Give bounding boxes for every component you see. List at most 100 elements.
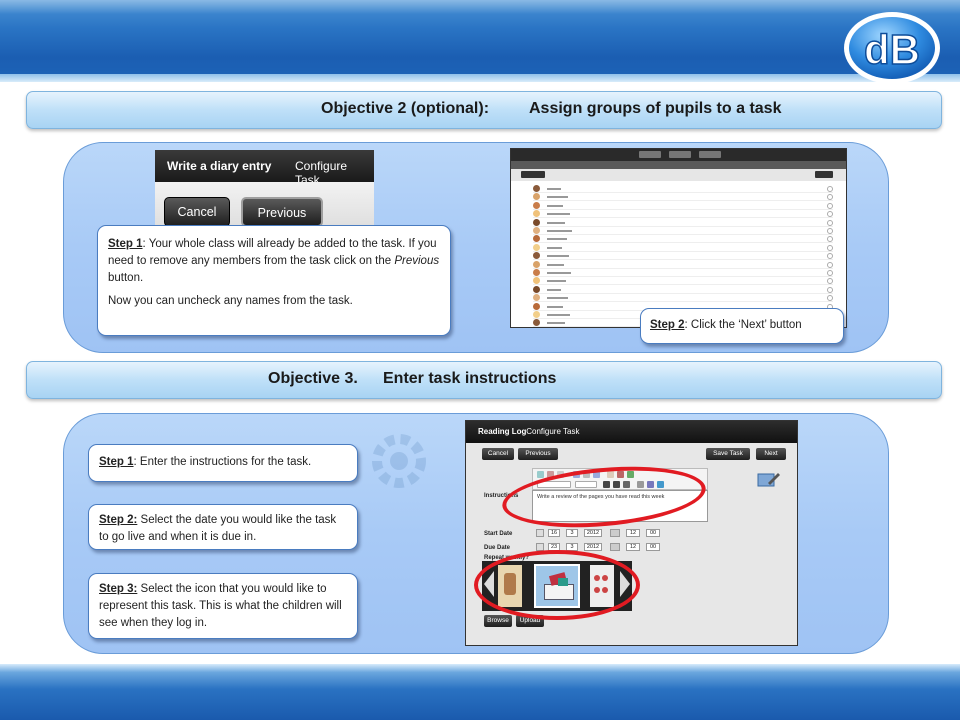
pupil-checkbox[interactable] bbox=[827, 253, 833, 260]
pupil-row[interactable] bbox=[533, 185, 833, 193]
db-logo: dB bbox=[844, 12, 940, 84]
pupil-avatar bbox=[533, 185, 540, 192]
pupil-checkbox[interactable] bbox=[827, 211, 833, 218]
step-label: Step 2: bbox=[99, 514, 138, 526]
pupil-row[interactable] bbox=[533, 285, 833, 294]
pupil-name bbox=[547, 297, 568, 300]
step-text-2: Now you can uncheck any names from the t… bbox=[108, 295, 353, 307]
pupil-checkbox[interactable] bbox=[827, 186, 833, 192]
pupil-avatar bbox=[533, 294, 540, 302]
step-text: : Click the ‘Next’ button bbox=[684, 319, 802, 331]
pupil-row[interactable] bbox=[533, 210, 833, 219]
due-hour-field[interactable]: 12 bbox=[626, 543, 640, 551]
pupil-checkbox[interactable] bbox=[827, 194, 833, 201]
pupil-avatar bbox=[533, 277, 540, 285]
step-label: Step 1 bbox=[108, 238, 143, 250]
pupil-name bbox=[547, 213, 570, 216]
pupil-row[interactable] bbox=[533, 260, 833, 269]
pupil-avatar bbox=[533, 218, 540, 226]
step-text: : Your whole class will already be added… bbox=[108, 238, 437, 267]
start-minute-field[interactable]: 00 bbox=[646, 529, 660, 537]
gear-decoration-icon bbox=[372, 434, 426, 488]
next-button[interactable]: Next bbox=[756, 448, 786, 460]
pupil-name bbox=[547, 288, 561, 291]
pupil-name bbox=[547, 204, 563, 207]
step-2-dates-callout: Step 2: Select the date you would like t… bbox=[88, 504, 358, 550]
start-date-label: Start Date bbox=[484, 531, 513, 537]
pupil-avatar bbox=[533, 201, 540, 209]
pupil-row[interactable] bbox=[533, 201, 833, 210]
pupil-checkbox[interactable] bbox=[827, 295, 833, 302]
objective-3-text: Enter task instructions bbox=[383, 370, 557, 387]
pupil-row[interactable] bbox=[533, 269, 833, 277]
pupil-name bbox=[547, 314, 570, 316]
pupil-name bbox=[547, 272, 571, 274]
class-list-screenshot bbox=[510, 148, 847, 328]
start-day-field[interactable]: 16 bbox=[548, 529, 560, 537]
pupil-row[interactable] bbox=[533, 193, 833, 202]
pupil-name bbox=[547, 196, 568, 199]
pupil-row[interactable] bbox=[533, 218, 833, 227]
due-date-label: Due Date bbox=[484, 545, 511, 551]
pupil-name bbox=[547, 188, 561, 190]
configure-task-title: Configure Task bbox=[524, 427, 580, 436]
pupil-avatar bbox=[533, 260, 540, 268]
pupil-name bbox=[547, 230, 572, 232]
pupil-row[interactable] bbox=[533, 252, 833, 261]
pupil-checkbox[interactable] bbox=[827, 270, 833, 276]
pupil-row[interactable] bbox=[533, 227, 833, 235]
pupil-row[interactable] bbox=[533, 294, 833, 303]
pupil-row[interactable] bbox=[533, 277, 833, 286]
pupil-row[interactable] bbox=[533, 235, 833, 244]
pupil-checkbox[interactable] bbox=[827, 286, 833, 293]
pupil-avatar bbox=[533, 235, 540, 243]
pupil-row[interactable] bbox=[533, 243, 833, 252]
previous-button[interactable]: Previous bbox=[518, 448, 558, 460]
task-name: Reading Log bbox=[478, 427, 527, 436]
objective-3-label: Objective 3. bbox=[268, 370, 358, 387]
step-text-end: button. bbox=[108, 272, 144, 284]
browse-button[interactable]: Browse bbox=[484, 615, 512, 627]
pupil-checkbox[interactable] bbox=[827, 202, 833, 209]
previous-emphasis: Previous bbox=[394, 255, 440, 267]
pupil-name bbox=[547, 305, 563, 308]
configure-task-screenshot: Write a diary entry Configure Task Cance… bbox=[155, 150, 374, 234]
due-year-field[interactable]: 2012 bbox=[584, 543, 602, 551]
bottom-banner bbox=[0, 664, 960, 720]
cancel-button[interactable]: Cancel bbox=[482, 448, 514, 460]
pupil-checkbox[interactable] bbox=[827, 244, 833, 251]
reading-log-header: Reading Log Configure Task bbox=[466, 421, 797, 443]
pupil-avatar bbox=[533, 269, 540, 276]
step-2-next-callout: Step 2: Click the ‘Next’ button bbox=[640, 308, 844, 344]
step-label: Step 1 bbox=[99, 456, 134, 468]
task-name: Write a diary entry bbox=[167, 159, 272, 173]
pupil-avatar bbox=[533, 285, 540, 293]
previous-button[interactable]: Previous bbox=[241, 197, 323, 227]
step-1-assign-callout: Step 1: Your whole class will already be… bbox=[97, 225, 451, 336]
pupil-name bbox=[547, 255, 569, 258]
step-label: Step 3: bbox=[99, 583, 138, 595]
pupil-name bbox=[547, 246, 562, 249]
pupil-avatar bbox=[533, 193, 540, 201]
step-3-icon-callout: Step 3: Select the icon that you would l… bbox=[88, 573, 358, 639]
step-label: Step 2 bbox=[650, 319, 685, 331]
pupil-avatar bbox=[533, 302, 540, 310]
pupil-avatar bbox=[533, 243, 540, 251]
pupil-name bbox=[547, 221, 565, 224]
pupil-checkbox[interactable] bbox=[827, 261, 833, 268]
start-year-field[interactable]: 2012 bbox=[584, 529, 602, 537]
objective-3-bar: Objective 3. Enter task instructions bbox=[26, 361, 942, 399]
save-task-button[interactable]: Save Task bbox=[706, 448, 750, 460]
pupil-checkbox[interactable] bbox=[827, 228, 833, 234]
pupil-avatar bbox=[533, 311, 540, 318]
svg-text:dB: dB bbox=[864, 26, 920, 73]
pupil-checkbox[interactable] bbox=[827, 236, 833, 243]
start-hour-field[interactable]: 12 bbox=[626, 529, 640, 537]
due-minute-field[interactable]: 00 bbox=[646, 543, 660, 551]
start-month-field[interactable]: 3 bbox=[566, 529, 578, 537]
pupil-name bbox=[547, 238, 567, 241]
pupil-checkbox[interactable] bbox=[827, 219, 833, 226]
pupil-name bbox=[547, 263, 564, 266]
cancel-button[interactable]: Cancel bbox=[164, 197, 230, 227]
pupil-checkbox[interactable] bbox=[827, 278, 833, 285]
